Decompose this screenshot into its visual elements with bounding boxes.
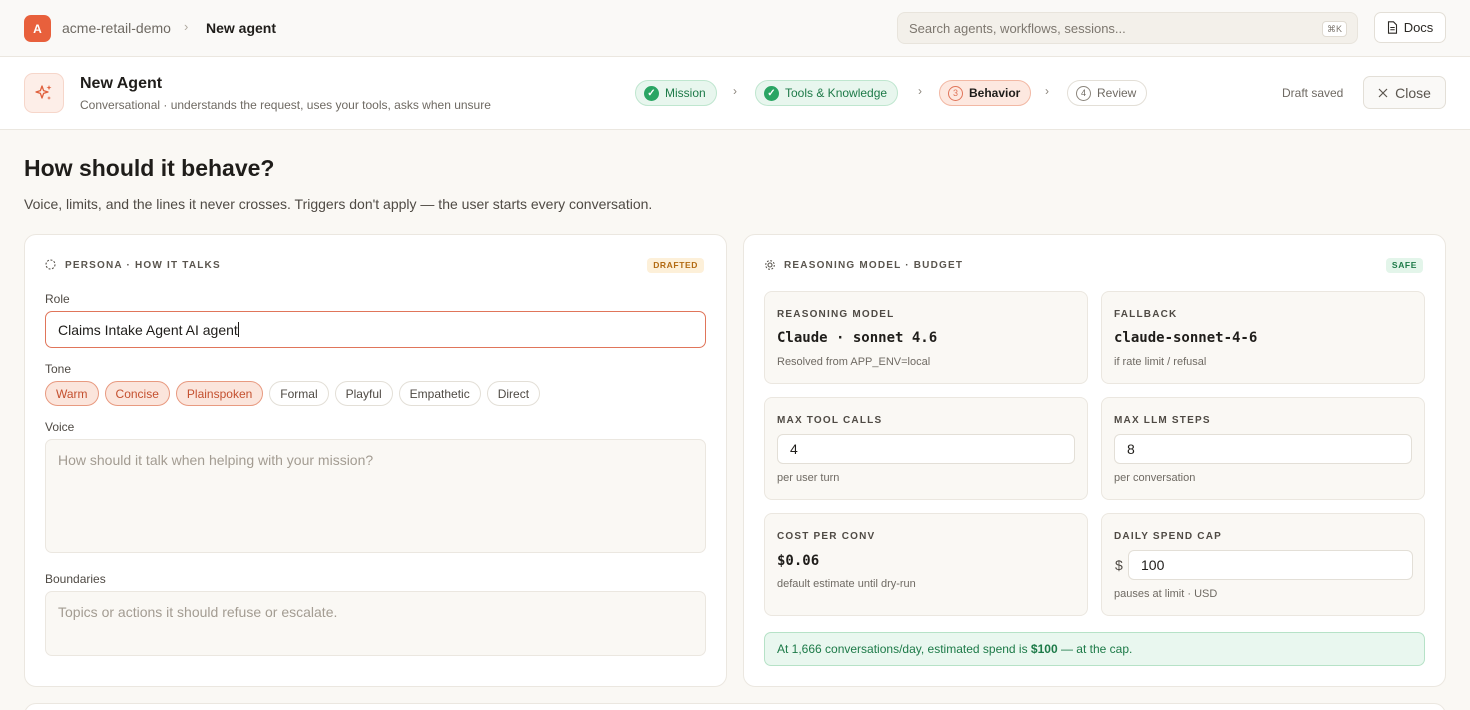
top-bar: A acme-retail-demo › New agent Search ag…	[0, 0, 1470, 57]
search-placeholder: Search agents, workflows, sessions...	[909, 21, 1126, 36]
page-title: How should it behave?	[24, 155, 275, 181]
tone-chip-direct[interactable]: Direct	[486, 381, 541, 406]
text-caret	[237, 322, 239, 337]
cost-per-conv-value: $0.06	[777, 553, 820, 569]
document-icon	[1387, 21, 1397, 34]
draft-status: Draft saved	[1282, 86, 1344, 100]
reasoning-model-box[interactable]: REASONING MODEL Claude · sonnet 4.6 Reso…	[764, 291, 1088, 384]
gear-icon	[765, 260, 775, 270]
agent-subtitle: Conversational · understands the request…	[80, 98, 491, 112]
sparkles-icon	[35, 85, 52, 100]
breadcrumb-workspace[interactable]: acme-retail-demo	[62, 20, 171, 36]
estimate-amount: $100	[1030, 642, 1058, 656]
role-label: Role	[45, 292, 70, 306]
breadcrumb-current: New agent	[206, 20, 277, 36]
daily-spend-cap-input[interactable]: 100	[1128, 550, 1413, 580]
currency-symbol: $	[1115, 557, 1123, 573]
voice-textarea[interactable]: How should it talk when helping with you…	[45, 439, 706, 553]
drafted-badge: DRAFTED	[647, 258, 704, 273]
tone-label: Tone	[45, 362, 72, 376]
fallback-box[interactable]: FALLBACK claude-sonnet-4-6 if rate limit…	[1101, 291, 1425, 384]
global-search-input[interactable]: Search agents, workflows, sessions... ⌘K	[897, 12, 1358, 44]
step-label: Mission	[665, 86, 706, 100]
reasoning-model-note: Resolved from APP_ENV=local	[777, 356, 931, 368]
max-llm-steps-input[interactable]: 8	[1114, 434, 1412, 464]
tone-chip-warm[interactable]: Warm	[45, 381, 99, 406]
workspace-avatar[interactable]: A	[24, 15, 51, 42]
docs-button[interactable]: Docs	[1374, 12, 1446, 43]
voice-label: Voice	[45, 420, 75, 434]
close-label: Close	[1395, 84, 1431, 101]
estimate-prefix: At 1,666 conversations/day, estimated sp…	[777, 642, 1031, 656]
max-llm-steps-label: MAX LLM STEPS	[1114, 415, 1211, 426]
reasoning-model-label: REASONING MODEL	[777, 309, 895, 320]
tone-chip-empathetic[interactable]: Empathetic	[398, 381, 481, 406]
voice-placeholder: How should it talk when helping with you…	[58, 452, 374, 468]
reasoning-model-value: Claude · sonnet 4.6	[777, 330, 938, 346]
tone-chips: Warm Concise Plainspoken Formal Playful …	[45, 381, 541, 406]
step-label: Tools & Knowledge	[785, 86, 888, 100]
step-tools-knowledge[interactable]: ✓ Tools & Knowledge	[755, 80, 899, 106]
dashed-circle-icon	[45, 259, 56, 270]
page-subtitle: Voice, limits, and the lines it never cr…	[24, 196, 653, 212]
budget-section-title: REASONING MODEL · BUDGET	[784, 260, 964, 271]
agent-title: New Agent	[80, 75, 163, 92]
persona-card: PERSONA · HOW IT TALKS DRAFTED Role Clai…	[24, 234, 727, 687]
boundaries-label: Boundaries	[45, 572, 106, 586]
close-icon	[1378, 88, 1388, 97]
check-icon: ✓	[764, 85, 779, 101]
search-shortcut-badge: ⌘K	[1321, 21, 1347, 37]
budget-card: REASONING MODEL · BUDGET SAFE REASONING …	[743, 234, 1446, 687]
daily-spend-cap-label: DAILY SPEND CAP	[1114, 531, 1223, 542]
docs-label: Docs	[1403, 20, 1434, 35]
step-number: 3	[948, 85, 963, 101]
tone-chip-playful[interactable]: Playful	[334, 381, 393, 406]
spend-estimate-banner: At 1,666 conversations/day, estimated sp…	[764, 632, 1425, 666]
daily-spend-cap-note: pauses at limit · USD	[1114, 588, 1218, 600]
safe-badge: SAFE	[1385, 258, 1423, 273]
step-number: 4	[1076, 85, 1091, 101]
step-label: Review	[1097, 86, 1137, 100]
tone-chip-formal[interactable]: Formal	[269, 381, 329, 406]
step-behavior[interactable]: 3 Behavior	[939, 80, 1032, 106]
tone-chip-concise[interactable]: Concise	[104, 381, 170, 406]
max-tool-calls-input[interactable]: 4	[777, 434, 1075, 464]
step-label: Behavior	[969, 86, 1021, 100]
step-review[interactable]: 4 Review	[1067, 80, 1148, 106]
fallback-note: if rate limit / refusal	[1114, 356, 1207, 368]
boundaries-textarea[interactable]: Topics or actions it should refuse or es…	[45, 591, 706, 656]
chevron-right-icon: ›	[733, 84, 737, 98]
cost-per-conv-box: COST PER CONV $0.06 default estimate unt…	[764, 513, 1088, 616]
persona-section-title: PERSONA · HOW IT TALKS	[65, 260, 221, 271]
max-tool-calls-label: MAX TOOL CALLS	[777, 415, 883, 426]
max-tool-calls-note: per user turn	[777, 472, 840, 484]
daily-spend-cap-box: DAILY SPEND CAP $ 100 pauses at limit · …	[1101, 513, 1425, 616]
agent-avatar	[24, 73, 64, 113]
boundaries-placeholder: Topics or actions it should refuse or es…	[58, 604, 338, 620]
fallback-label: FALLBACK	[1114, 309, 1178, 320]
fallback-value: claude-sonnet-4-6	[1114, 330, 1258, 346]
cost-per-conv-note: default estimate until dry-run	[777, 578, 916, 590]
next-section-card	[24, 703, 1446, 710]
tone-chip-plainspoken[interactable]: Plainspoken	[175, 381, 264, 406]
cost-per-conv-label: COST PER CONV	[777, 531, 876, 542]
estimate-suffix: — at the cap.	[1057, 642, 1133, 656]
step-mission[interactable]: ✓ Mission	[635, 80, 717, 106]
max-tool-calls-box: MAX TOOL CALLS 4 per user turn	[764, 397, 1088, 500]
breadcrumb-separator-icon: ›	[184, 19, 189, 34]
role-input[interactable]: Claims Intake Agent AI agent	[45, 311, 706, 348]
chevron-right-icon: ›	[918, 84, 922, 98]
check-icon: ✓	[644, 85, 659, 101]
wizard-header: New Agent Conversational · understands t…	[0, 57, 1470, 130]
max-llm-steps-box: MAX LLM STEPS 8 per conversation	[1101, 397, 1425, 500]
role-value: Claims Intake Agent AI agent	[58, 322, 238, 338]
max-llm-steps-note: per conversation	[1114, 472, 1196, 484]
close-button[interactable]: Close	[1363, 76, 1446, 109]
chevron-right-icon: ›	[1045, 84, 1049, 98]
